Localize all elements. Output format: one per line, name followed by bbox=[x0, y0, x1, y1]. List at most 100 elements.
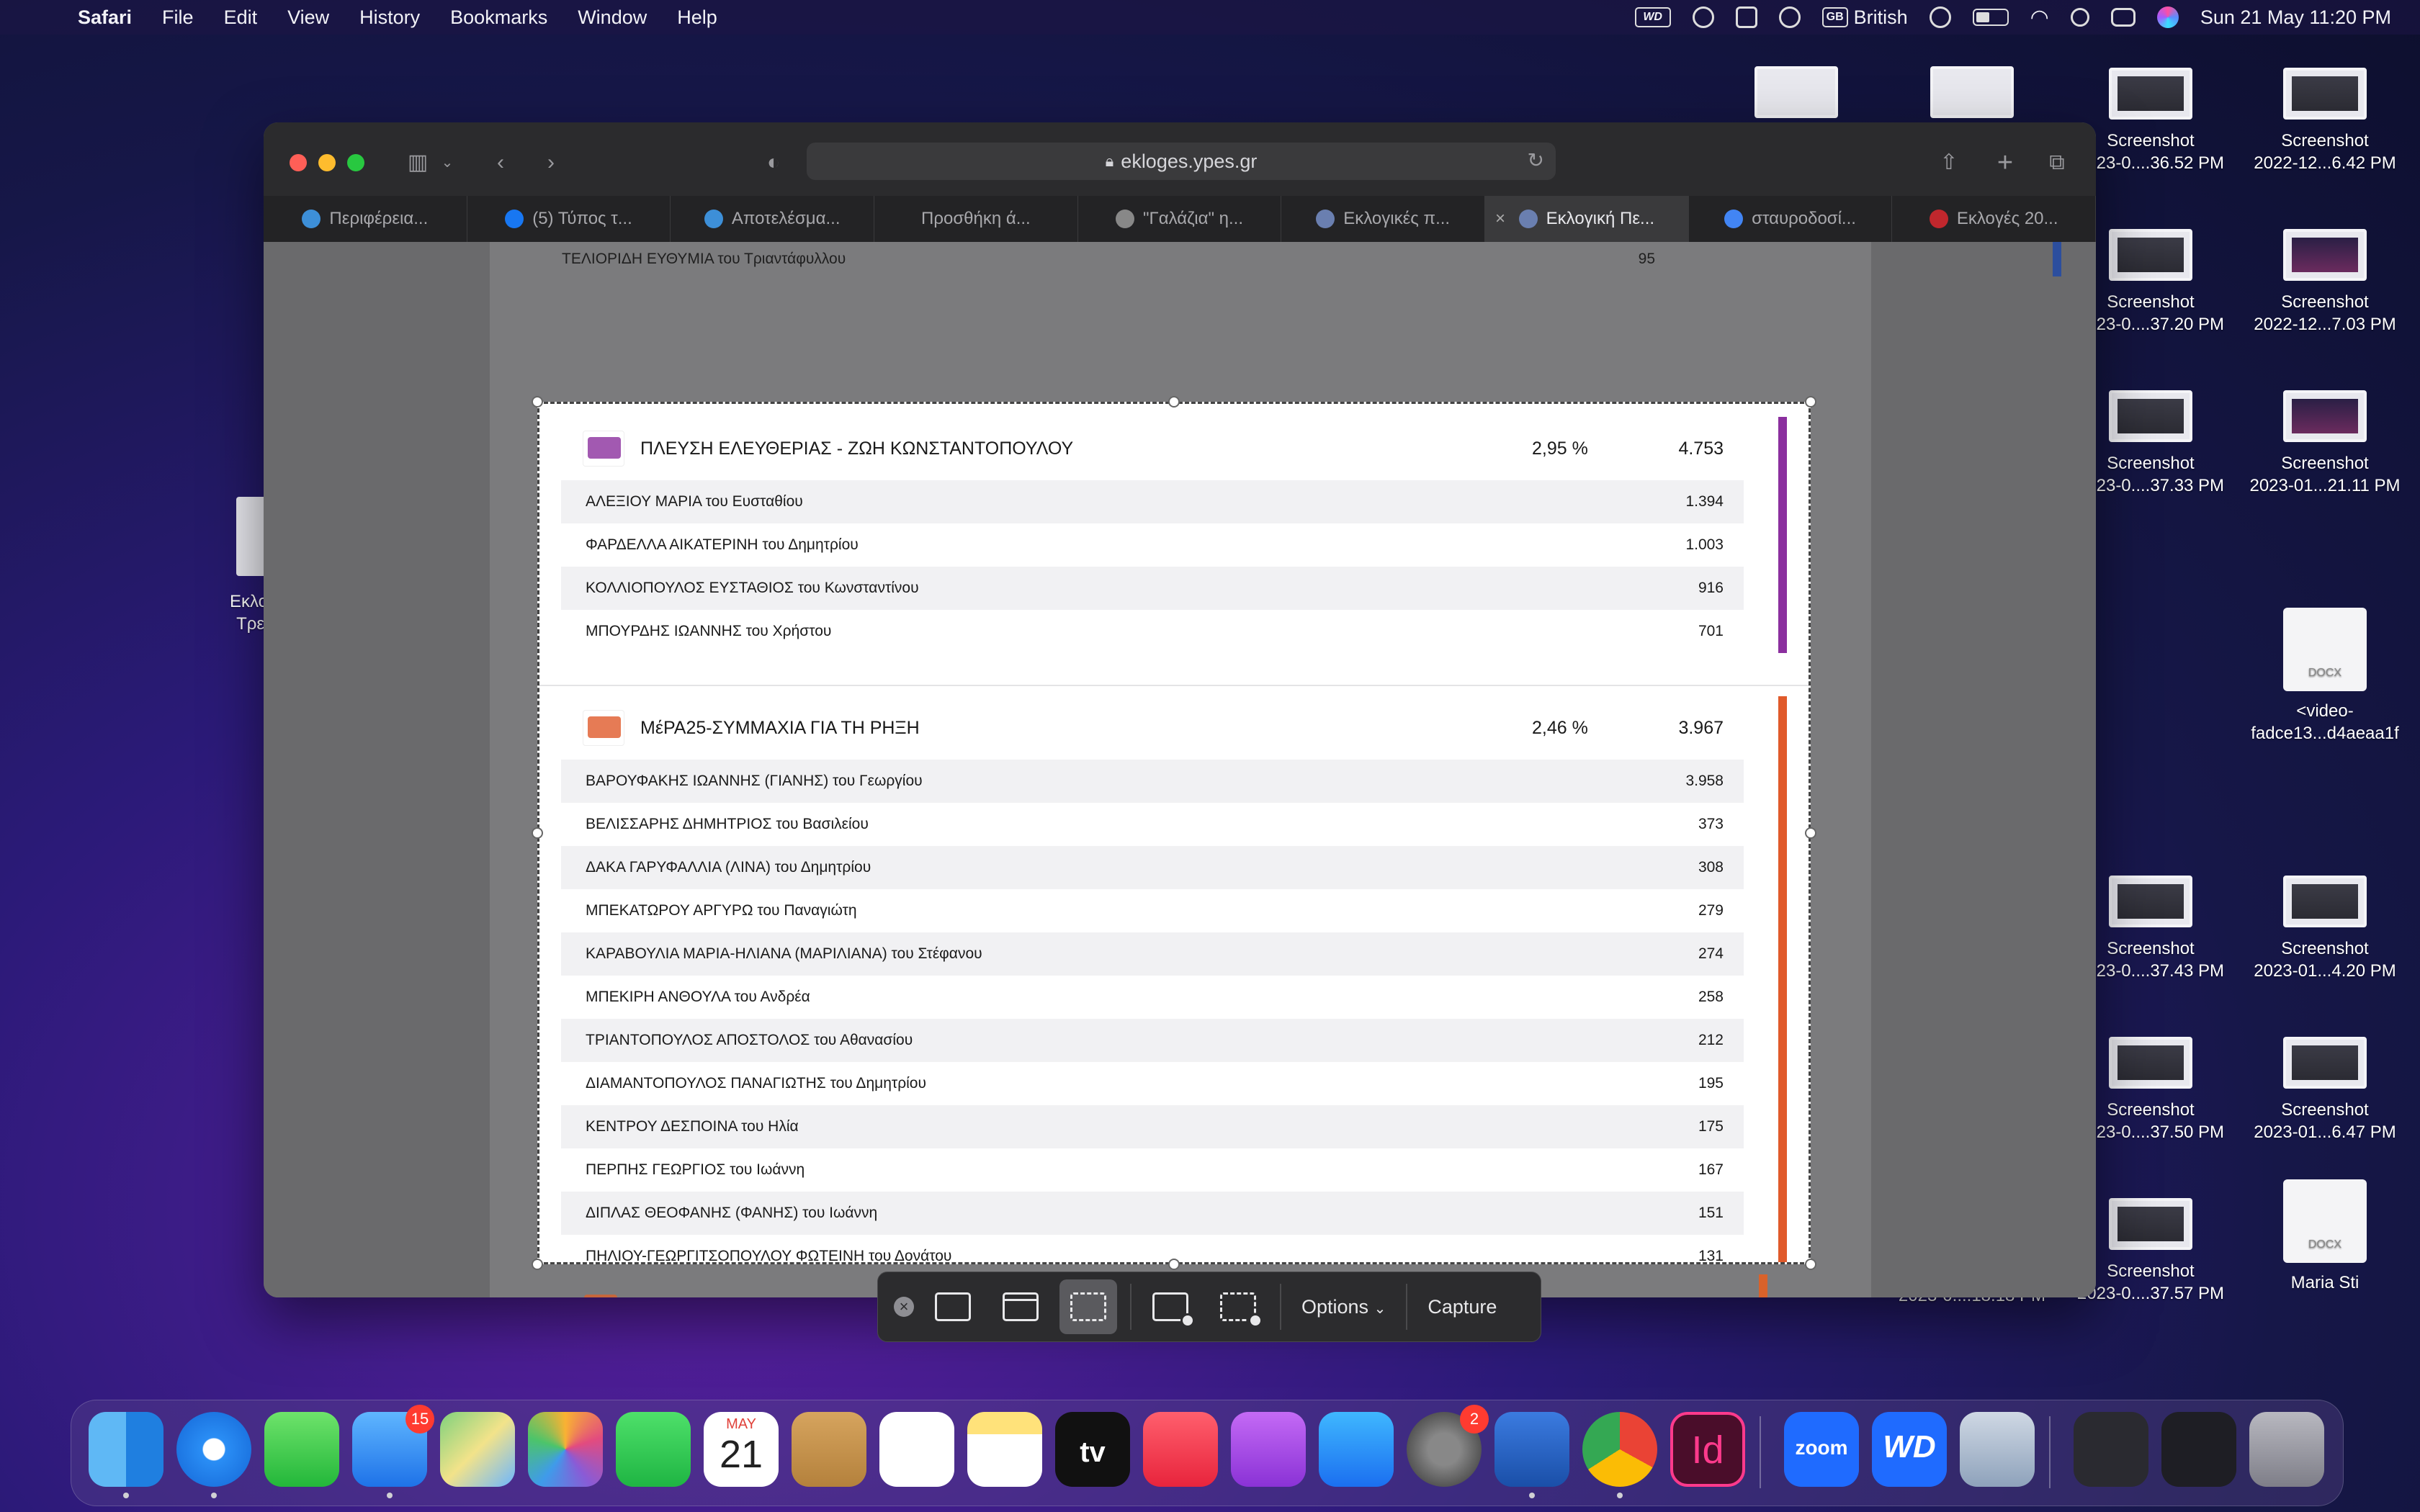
selection-resize-handle[interactable] bbox=[1805, 1259, 1816, 1270]
siri-icon[interactable] bbox=[2156, 6, 2179, 28]
close-toolbar-button[interactable]: × bbox=[894, 1297, 914, 1317]
recent-window-thumbnail[interactable] bbox=[2161, 1412, 2236, 1487]
new-tab-icon[interactable]: + bbox=[1991, 148, 2020, 177]
address-bar[interactable]: 🔒︎ ekloges.ypes.gr ↻ bbox=[807, 143, 1556, 180]
desktop-thumbnail[interactable] bbox=[1754, 66, 1838, 118]
wd-status-icon[interactable]: WD bbox=[1634, 7, 1671, 27]
menu-help[interactable]: Help bbox=[677, 6, 717, 29]
desktop-file-icon[interactable]: Screenshot 2022-12...7.03 PM bbox=[2238, 229, 2411, 336]
record-selection-button[interactable] bbox=[1209, 1279, 1267, 1334]
menu-window[interactable]: Window bbox=[578, 6, 647, 29]
reminders-icon[interactable] bbox=[879, 1412, 954, 1487]
browser-tab[interactable]: × Εκλογική Πε... bbox=[1485, 196, 1689, 242]
calendar-icon[interactable]: MAY 21 bbox=[704, 1412, 779, 1487]
control-center-icon[interactable] bbox=[2110, 8, 2136, 27]
candidate-row: ΜΠΕΚΙΡΗ ΑΝΘΟΥΛΑ του Ανδρέα 258 bbox=[561, 976, 1744, 1019]
menu-file[interactable]: File bbox=[162, 6, 194, 29]
selection-resize-handle[interactable] bbox=[1168, 1259, 1180, 1270]
capture-entire-screen-button[interactable] bbox=[924, 1279, 982, 1334]
trash-icon[interactable] bbox=[2249, 1412, 2324, 1487]
browser-tab[interactable]: "Γαλάζια" η... bbox=[1078, 196, 1282, 242]
reload-icon[interactable]: ↻ bbox=[1528, 148, 1544, 172]
word-icon[interactable] bbox=[1494, 1412, 1569, 1498]
contacts-icon[interactable] bbox=[792, 1412, 866, 1487]
menu-bookmarks[interactable]: Bookmarks bbox=[450, 6, 547, 29]
preview-icon[interactable] bbox=[1960, 1412, 2035, 1487]
tab-overview-icon[interactable]: ⧉ bbox=[2043, 148, 2071, 177]
menu-app-name[interactable]: Safari bbox=[78, 6, 132, 29]
mail-icon[interactable]: 15 bbox=[352, 1405, 434, 1498]
battery-icon[interactable] bbox=[1972, 9, 2009, 26]
desktop-file-icon[interactable]: Screenshot 2022-12...6.42 PM bbox=[2238, 68, 2411, 174]
zoom-window-button[interactable] bbox=[347, 154, 364, 171]
browser-tab[interactable]: (5) Τύπος τ... bbox=[467, 196, 671, 242]
zoom-icon[interactable]: zoom bbox=[1784, 1412, 1859, 1487]
desktop-file-icon[interactable]: Screenshot 2023-01...6.47 PM bbox=[2238, 1037, 2411, 1143]
apple-tv-icon[interactable]: tv bbox=[1055, 1412, 1130, 1487]
browser-tab[interactable]: Προσθήκη ά... bbox=[874, 196, 1078, 242]
desktop-thumbnail[interactable] bbox=[1930, 66, 2014, 118]
candidate-row: ΠΕΡΠΗΣ ΓΕΩΡΓΙΟΣ του Ιωάννη 167 bbox=[561, 1148, 1744, 1192]
sidebar-toggle-icon[interactable]: ▥ bbox=[402, 148, 434, 177]
zoom-label: zoom bbox=[1795, 1436, 1848, 1459]
share-icon[interactable]: ⇧ bbox=[1935, 148, 1963, 177]
messages-icon[interactable] bbox=[264, 1412, 339, 1487]
screenshot-selection-area[interactable]: ΠΛΕΥΣΗ ΕΛΕΥΘΕΡΙΑΣ - ΖΩΗ ΚΩΝΣΤΑΝΤΟΠΟΥΛΟΥ 2… bbox=[537, 402, 1811, 1264]
forward-arrow-icon[interactable]: › bbox=[540, 148, 562, 177]
chrome-icon[interactable] bbox=[1582, 1412, 1657, 1498]
creative-cloud-icon[interactable] bbox=[1692, 6, 1714, 28]
selection-resize-handle[interactable] bbox=[1805, 396, 1816, 408]
selection-resize-handle[interactable] bbox=[532, 1259, 543, 1270]
browser-tab[interactable]: σταυροδοσί... bbox=[1689, 196, 1893, 242]
menu-edit[interactable]: Edit bbox=[224, 6, 258, 29]
menu-history[interactable]: History bbox=[359, 6, 420, 29]
capture-selection-button[interactable] bbox=[1059, 1279, 1117, 1334]
podcasts-icon[interactable] bbox=[1231, 1412, 1306, 1487]
clock[interactable]: Sun 21 May 11:20 PM bbox=[2200, 6, 2391, 29]
browser-tab[interactable]: Εκλογικές π... bbox=[1281, 196, 1486, 242]
capture-window-button[interactable] bbox=[992, 1279, 1049, 1334]
privacy-shield-icon[interactable]: ◐ bbox=[761, 148, 786, 177]
selection-resize-handle[interactable] bbox=[1805, 827, 1816, 839]
record-screen-button[interactable] bbox=[1142, 1279, 1199, 1334]
drive-icon[interactable] bbox=[1735, 6, 1757, 28]
facetime-icon[interactable] bbox=[616, 1412, 691, 1487]
browser-tab[interactable]: Περιφέρεια... bbox=[264, 196, 467, 242]
capture-button[interactable]: Capture bbox=[1407, 1296, 1517, 1318]
system-settings-icon[interactable]: 2 bbox=[1407, 1405, 1489, 1487]
photos-icon[interactable] bbox=[528, 1412, 603, 1487]
back-arrow-icon[interactable]: ‹ bbox=[490, 148, 511, 177]
selection-resize-handle[interactable] bbox=[1168, 396, 1180, 408]
desktop-file-icon[interactable]: Screenshot 2023-01...21.11 PM bbox=[2238, 390, 2411, 497]
music-icon[interactable] bbox=[1143, 1412, 1218, 1487]
wd-discovery-icon[interactable]: WD bbox=[1872, 1412, 1947, 1487]
selection-resize-handle[interactable] bbox=[532, 396, 543, 408]
spotlight-search-icon[interactable] bbox=[2070, 8, 2089, 27]
apple-menu-icon[interactable] bbox=[27, 4, 53, 30]
notes-icon[interactable] bbox=[967, 1412, 1042, 1487]
desktop-file-icon[interactable]: Screenshot 2023-01...4.20 PM bbox=[2238, 876, 2411, 982]
options-menu-button[interactable]: Options ⌄ bbox=[1281, 1296, 1406, 1318]
desktop-file-icon[interactable]: Maria Sti bbox=[2238, 1179, 2411, 1294]
maps-icon[interactable] bbox=[440, 1412, 515, 1487]
safari-icon[interactable] bbox=[176, 1412, 251, 1498]
input-source-menu[interactable]: GB British bbox=[1821, 6, 1908, 29]
indesign-icon[interactable]: Id bbox=[1670, 1412, 1745, 1487]
candidate-row: ΚΟΛΛΙΟΠΟΥΛΟΣ ΕΥΣΤΑΘΙΟΣ του Κωνσταντίνου 9… bbox=[561, 567, 1744, 610]
desktop-file-icon[interactable]: <video-fadce13...d4aeaa1f bbox=[2238, 608, 2411, 744]
browser-tab[interactable]: Αποτελέσμα... bbox=[671, 196, 875, 242]
menu-view[interactable]: View bbox=[287, 6, 329, 29]
selection-resize-handle[interactable] bbox=[532, 827, 543, 839]
finder-icon[interactable] bbox=[89, 1412, 163, 1498]
recent-window-thumbnail[interactable] bbox=[2074, 1412, 2148, 1487]
app-store-icon[interactable] bbox=[1319, 1412, 1394, 1487]
close-tab-icon[interactable]: × bbox=[1495, 209, 1505, 229]
minimize-window-button[interactable] bbox=[318, 154, 336, 171]
close-window-button[interactable] bbox=[290, 154, 307, 171]
wifi-icon[interactable]: ◠ bbox=[2030, 5, 2049, 30]
play-status-icon[interactable] bbox=[1778, 6, 1801, 28]
chevron-down-icon[interactable]: ⌄ bbox=[436, 148, 458, 177]
user-account-icon[interactable] bbox=[1929, 6, 1951, 28]
browser-tab[interactable]: Εκλογές 20... bbox=[1892, 196, 2096, 242]
